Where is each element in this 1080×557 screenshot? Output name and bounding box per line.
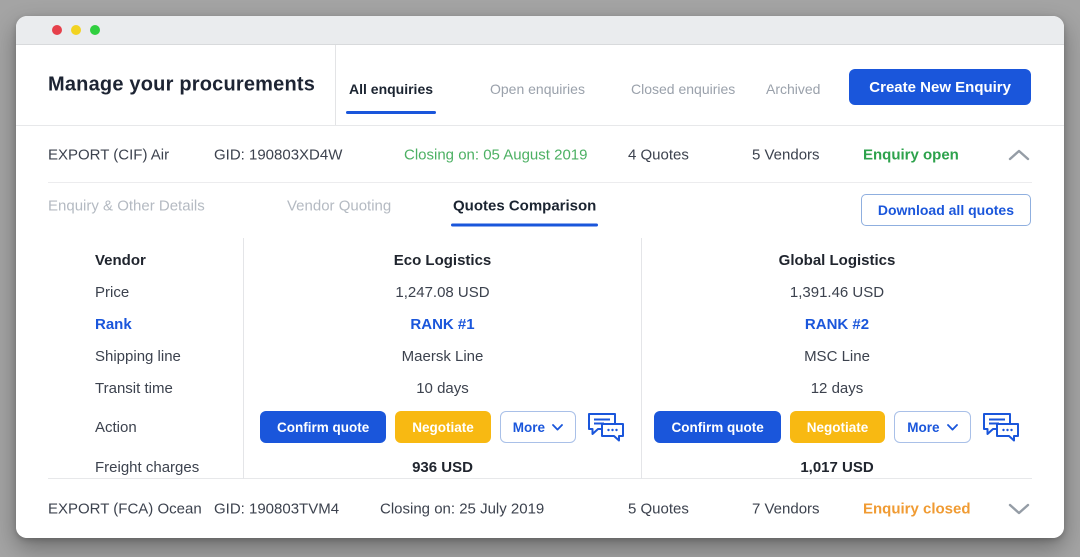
negotiate-button[interactable]: Negotiate <box>395 411 491 443</box>
close-window-icon[interactable] <box>52 25 62 35</box>
app-window: Manage your procurements All enquiries O… <box>16 16 1064 538</box>
more-button[interactable]: More <box>500 411 576 443</box>
tab-label: All enquiries <box>349 81 433 97</box>
tab-quotes-comparison[interactable]: Quotes Comparison <box>453 198 596 215</box>
header-divider <box>335 45 336 125</box>
row-label-shipping-line: Shipping line <box>95 340 243 372</box>
row-label-vendor: Vendor <box>95 244 243 276</box>
create-new-enquiry-button[interactable]: Create New Enquiry <box>849 69 1031 105</box>
chevron-up-icon[interactable] <box>1008 149 1030 160</box>
chevron-down-icon <box>947 424 958 431</box>
vendor-transit-time: 10 days <box>416 372 469 404</box>
row-label-transit-time: Transit time <box>95 372 243 404</box>
enquiry-gid: GID: 190803XD4W <box>214 146 342 163</box>
quotes-comparison-table: Vendor Price Rank Shipping line Transit … <box>48 238 1032 479</box>
enquiry-quotes-count: 4 Quotes <box>628 146 689 163</box>
tab-open-enquiries[interactable]: Open enquiries <box>490 45 585 125</box>
enquiry-quotes-count: 5 Quotes <box>628 500 689 517</box>
enquiry-type: EXPORT (CIF) Air <box>48 146 169 163</box>
enquiry-closing-date: Closing on: 25 July 2019 <box>380 500 544 517</box>
vendor-rank: RANK #1 <box>410 308 474 340</box>
enquiry-status-badge: Enquiry open <box>863 146 959 163</box>
enquiry-gid: GID: 190803TVM4 <box>214 500 339 517</box>
chevron-down-icon <box>552 424 563 431</box>
tab-all-enquiries[interactable]: All enquiries <box>349 45 433 125</box>
enquiry-type: EXPORT (FCA) Ocean <box>48 500 202 517</box>
more-button[interactable]: More <box>894 411 970 443</box>
row-label-price: Price <box>95 276 243 308</box>
tab-closed-enquiries[interactable]: Closed enquiries <box>631 45 735 125</box>
negotiate-button[interactable]: Negotiate <box>790 411 886 443</box>
vendor-action-row: Confirm quote Negotiate More <box>654 404 1019 450</box>
vendor-name: Global Logistics <box>779 244 896 276</box>
vendor-shipping-line: MSC Line <box>804 340 870 372</box>
chat-icon[interactable] <box>587 412 625 442</box>
confirm-quote-button[interactable]: Confirm quote <box>654 411 780 443</box>
vendor-column-eco-logistics: Eco Logistics 1,247.08 USD RANK #1 Maers… <box>243 238 641 485</box>
tab-enquiry-other-details[interactable]: Enquiry & Other Details <box>48 198 205 215</box>
more-button-label: More <box>513 420 545 435</box>
chevron-down-icon[interactable] <box>1008 503 1030 514</box>
tab-label: Closed enquiries <box>631 81 735 97</box>
chat-icon[interactable] <box>982 412 1020 442</box>
comparison-label-column: Vendor Price Rank Shipping line Transit … <box>48 238 243 485</box>
tab-archived[interactable]: Archived <box>766 45 820 125</box>
tab-label: Archived <box>766 81 820 97</box>
page-header: Manage your procurements All enquiries O… <box>16 45 1064 126</box>
vendor-shipping-line: Maersk Line <box>402 340 484 372</box>
confirm-quote-button[interactable]: Confirm quote <box>260 411 386 443</box>
enquiry-row-ocean: EXPORT (FCA) Ocean GID: 190803TVM4 Closi… <box>16 479 1064 538</box>
enquiry-detail-tabs: Enquiry & Other Details Vendor Quoting Q… <box>16 183 1064 238</box>
enquiry-status-badge: Enquiry closed <box>863 500 971 517</box>
vendor-price: 1,247.08 USD <box>395 276 489 308</box>
enquiry-vendors-count: 5 Vendors <box>752 146 820 163</box>
download-all-quotes-button[interactable]: Download all quotes <box>861 194 1031 226</box>
vendor-rank: RANK #2 <box>805 308 869 340</box>
row-label-action: Action <box>95 404 243 450</box>
vendor-price: 1,391.46 USD <box>790 276 884 308</box>
vendor-transit-time: 12 days <box>811 372 864 404</box>
enquiry-row-air: EXPORT (CIF) Air GID: 190803XD4W Closing… <box>16 126 1064 183</box>
tab-label: Open enquiries <box>490 81 585 97</box>
vendor-action-row: Confirm quote Negotiate More <box>260 404 625 450</box>
minimize-window-icon[interactable] <box>71 25 81 35</box>
page-title: Manage your procurements <box>48 74 315 97</box>
enquiry-vendors-count: 7 Vendors <box>752 500 820 517</box>
more-button-label: More <box>907 420 939 435</box>
vendor-column-global-logistics: Global Logistics 1,391.46 USD RANK #2 MS… <box>641 238 1032 485</box>
tab-vendor-quoting[interactable]: Vendor Quoting <box>287 198 391 215</box>
window-titlebar <box>16 16 1064 45</box>
enquiry-closing-date: Closing on: 05 August 2019 <box>404 146 587 163</box>
vendor-name: Eco Logistics <box>394 244 492 276</box>
row-label-rank: Rank <box>95 308 243 340</box>
maximize-window-icon[interactable] <box>90 25 100 35</box>
